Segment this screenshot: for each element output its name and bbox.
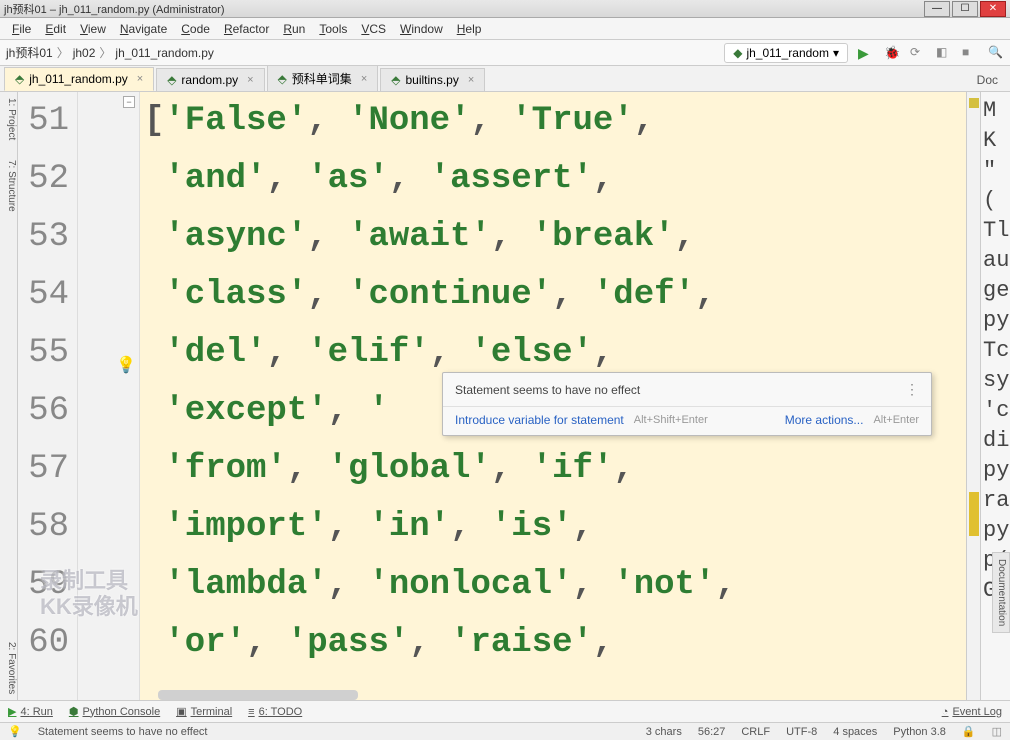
editor-tab[interactable]: ⬘ jh_011_random.py × — [4, 67, 154, 91]
breadcrumb: jh预科01 〉 jh02 〉 jh_011_random.py — [6, 44, 724, 61]
menu-refactor[interactable]: Refactor — [218, 20, 275, 38]
menu-window[interactable]: Window — [394, 20, 449, 38]
menu-help[interactable]: Help — [451, 20, 488, 38]
close-tab-icon[interactable]: × — [247, 74, 253, 86]
left-tool-strip: 1: Project 7: Structure 2: Favorites — [0, 92, 18, 700]
documentation-tool-tab[interactable]: Documentation — [992, 552, 1010, 633]
project-tool[interactable]: 1: Project — [0, 98, 17, 140]
python-file-icon: ⬘ — [278, 72, 287, 86]
chevron-right-icon: 〉 — [99, 44, 111, 61]
tab-label: builtins.py — [405, 73, 458, 87]
statusbar: 💡 Statement seems to have no effect 3 ch… — [0, 722, 1010, 740]
main-area: 1: Project 7: Structure 2: Favorites 515… — [0, 92, 1010, 700]
status-encoding[interactable]: UTF-8 — [786, 726, 817, 738]
tooltip-action-more[interactable]: More actions... — [785, 413, 864, 427]
run-icon[interactable]: ▶ — [858, 45, 874, 61]
bottom-toolbar: ▶4: Run ⬢Python Console ▣Terminal ≡6: TO… — [0, 700, 1010, 722]
toolbar-actions: ▶ 🐞 ⟳ ◧ ■ 🔍 — [858, 45, 1004, 61]
close-tab-icon[interactable]: × — [137, 73, 143, 85]
intention-bulb-icon[interactable]: 💡 — [116, 355, 136, 375]
python-icon: ◆ — [733, 46, 742, 60]
warning-mark-icon[interactable] — [969, 98, 979, 108]
breadcrumb-file[interactable]: jh_011_random.py — [115, 46, 214, 60]
menu-code[interactable]: Code — [175, 20, 216, 38]
debug-icon[interactable]: 🐞 — [884, 45, 900, 61]
tooltip-action-introduce[interactable]: Introduce variable for statement — [455, 413, 624, 427]
menubar: FileEditViewNavigateCodeRefactorRunTools… — [0, 18, 1010, 40]
editor-tab[interactable]: ⬘ random.py × — [156, 68, 264, 91]
close-tab-icon[interactable]: × — [468, 74, 474, 86]
terminal-tool[interactable]: ▣Terminal — [176, 705, 232, 718]
toolbar: jh预科01 〉 jh02 〉 jh_011_random.py ◆ jh_01… — [0, 40, 1010, 66]
status-indent[interactable]: 4 spaces — [833, 726, 877, 738]
chevron-down-icon: ▾ — [833, 46, 839, 60]
breadcrumb-root[interactable]: jh预科01 — [6, 44, 53, 61]
widescreen-icon[interactable]: ◫ — [992, 725, 1002, 738]
warning-mark-icon[interactable] — [969, 492, 979, 536]
more-vert-icon[interactable]: ⋮ — [905, 381, 919, 398]
status-position[interactable]: 56:27 — [698, 726, 726, 738]
stop-icon[interactable]: ■ — [962, 45, 978, 61]
menu-tools[interactable]: Tools — [313, 20, 353, 38]
close-button[interactable]: ✕ — [980, 1, 1006, 17]
tooltip-message: Statement seems to have no effect — [455, 383, 640, 397]
coverage-icon[interactable]: ⟳ — [910, 45, 926, 61]
tooltip-shortcut-1: Alt+Shift+Enter — [634, 414, 708, 426]
menu-navigate[interactable]: Navigate — [114, 20, 173, 38]
profile-icon[interactable]: ◧ — [936, 45, 952, 61]
python-console-tool[interactable]: ⬢Python Console — [69, 705, 160, 718]
line-numbers: 51525354555657585960 — [18, 92, 78, 700]
minimize-button[interactable]: — — [924, 1, 950, 17]
horizontal-scrollbar[interactable] — [158, 690, 358, 700]
run-tool[interactable]: ▶4: Run — [8, 705, 53, 718]
favorites-tool[interactable]: 2: Favorites — [0, 642, 17, 694]
python-file-icon: ⬘ — [167, 73, 176, 87]
menu-view[interactable]: View — [74, 20, 112, 38]
status-chars: 3 chars — [646, 726, 682, 738]
status-python[interactable]: Python 3.8 — [893, 726, 946, 738]
error-stripe[interactable] — [966, 92, 980, 700]
python-file-icon: ⬘ — [15, 72, 24, 86]
editor[interactable]: 51525354555657585960 − 💡 ['False', 'None… — [18, 92, 966, 700]
editor-tab[interactable]: ⬘ builtins.py × — [380, 68, 485, 91]
status-message: Statement seems to have no effect — [38, 726, 208, 738]
tab-label: random.py — [181, 73, 238, 87]
breadcrumb-folder[interactable]: jh02 — [73, 46, 96, 60]
structure-tool[interactable]: 7: Structure — [0, 160, 17, 212]
menu-vcs[interactable]: VCS — [355, 20, 392, 38]
editor-gutter: − 💡 — [78, 92, 140, 700]
fold-icon[interactable]: − — [123, 96, 135, 108]
window-controls: — ☐ ✕ — [924, 1, 1006, 17]
doc-tab[interactable]: Doc — [969, 69, 1006, 91]
menu-file[interactable]: File — [6, 20, 37, 38]
close-tab-icon[interactable]: × — [361, 73, 367, 85]
intention-tooltip: Statement seems to have no effect ⋮ Intr… — [442, 372, 932, 436]
warning-icon: 💡 — [8, 725, 22, 738]
run-configuration-selector[interactable]: ◆ jh_011_random ▾ — [724, 43, 848, 63]
editor-tabs: ⬘ jh_011_random.py × ⬘ random.py × ⬘ 预科单词集 × ⬘ bui… — [0, 66, 1010, 92]
window-title: jh预科01 – jh_011_random.py (Administrator… — [4, 1, 924, 17]
search-icon[interactable]: 🔍 — [988, 45, 1004, 61]
maximize-button[interactable]: ☐ — [952, 1, 978, 17]
menu-run[interactable]: Run — [277, 20, 311, 38]
titlebar: jh预科01 – jh_011_random.py (Administrator… — [0, 0, 1010, 18]
tab-label: 预科单词集 — [292, 70, 352, 87]
editor-tab[interactable]: ⬘ 预科单词集 × — [267, 65, 379, 91]
python-file-icon: ⬘ — [391, 73, 400, 87]
chevron-right-icon: 〉 — [57, 44, 69, 61]
run-config-name: jh_011_random — [746, 46, 829, 60]
status-line-ending[interactable]: CRLF — [741, 726, 770, 738]
lock-icon[interactable]: 🔒 — [962, 725, 976, 738]
menu-edit[interactable]: Edit — [39, 20, 72, 38]
tab-label: jh_011_random.py — [29, 72, 128, 86]
tooltip-shortcut-2: Alt+Enter — [873, 414, 919, 426]
